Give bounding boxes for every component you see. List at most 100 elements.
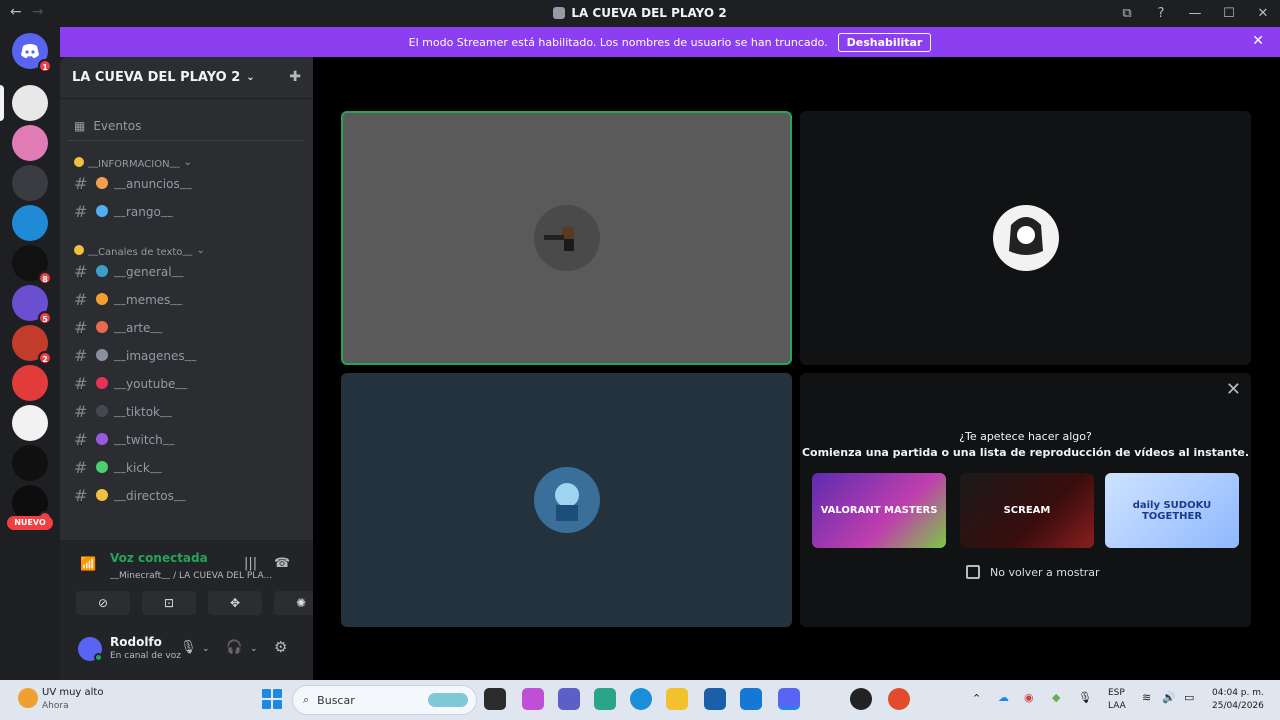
- participant-tile-speaking[interactable]: [341, 111, 792, 365]
- activity-card-valorant[interactable]: VALORANT MASTERS: [812, 473, 946, 548]
- new-badge[interactable]: NUEVO: [7, 516, 53, 530]
- server-header[interactable]: LA CUEVA DEL PLAYO 2 ⌄ ✚: [60, 57, 313, 99]
- channel-item[interactable]: # ﹏directos﹏: [68, 481, 305, 509]
- channel-name: ﹏imagenes﹏: [114, 348, 197, 363]
- headphones-chevron-icon[interactable]: ⌄: [250, 644, 258, 654]
- clock-date[interactable]: 25/04/2026: [1212, 701, 1264, 711]
- edge-icon[interactable]: [630, 688, 652, 710]
- channel-item[interactable]: # ﹏imagenes﹏: [68, 341, 305, 369]
- window-title: LA CUEVA DEL PLAYO 2: [0, 6, 1280, 20]
- banner-text: El modo Streamer está habilitado. Los no…: [408, 35, 828, 49]
- banner-close-icon[interactable]: ✕: [1252, 33, 1264, 49]
- voice-status-title[interactable]: Voz conectada: [110, 551, 208, 565]
- server-icon[interactable]: [12, 85, 48, 121]
- settings-gear-icon[interactable]: ⚙: [274, 638, 287, 656]
- channel-item[interactable]: # ﹏tiktok﹏: [68, 397, 305, 425]
- server-icon[interactable]: [12, 165, 48, 201]
- channel-category[interactable]: ﹏Canales de texto﹏ ⌄: [74, 243, 313, 258]
- tray-mic-icon[interactable]: 🎙: [1078, 691, 1092, 704]
- help-icon[interactable]: ?: [1144, 6, 1178, 21]
- close-promo-icon[interactable]: ✕: [1226, 379, 1241, 400]
- taskbar-search[interactable]: ⌕ Buscar: [292, 685, 477, 715]
- mic-chevron-icon[interactable]: ⌄: [202, 644, 210, 654]
- server-icon[interactable]: [12, 125, 48, 161]
- participant-tile[interactable]: [800, 111, 1251, 365]
- channel-item[interactable]: # ﹏anuncios﹏: [68, 169, 305, 197]
- search-icon: ⌕: [303, 693, 310, 706]
- wifi-icon[interactable]: ≋: [1142, 691, 1151, 704]
- inbox-icon[interactable]: ⧉: [1110, 6, 1144, 21]
- search-highlight-icon: [428, 693, 468, 707]
- screen-share-button[interactable]: ⊡: [142, 591, 196, 615]
- headphones-icon[interactable]: 🎧: [226, 640, 242, 655]
- channel-emoji-icon: [96, 433, 108, 445]
- server-icon[interactable]: [12, 205, 48, 241]
- invite-people-icon[interactable]: ✚: [289, 69, 301, 85]
- channel-name: ﹏memes﹏: [114, 292, 183, 307]
- events-item[interactable]: ▦ Eventos: [68, 111, 305, 141]
- teams-icon[interactable]: [558, 688, 580, 710]
- weather-icon[interactable]: [18, 688, 38, 708]
- hashtag-icon: #: [74, 173, 88, 193]
- signal-icon[interactable]: 📶: [80, 557, 96, 572]
- maximize-button[interactable]: ☐: [1212, 6, 1246, 21]
- clock-time[interactable]: 04:04 p. m.: [1212, 688, 1264, 698]
- participant-avatar: [533, 467, 600, 533]
- events-label: Eventos: [93, 118, 142, 133]
- server-icon[interactable]: [12, 445, 48, 481]
- activity-card-sudoku[interactable]: daily SUDOKU TOGETHER: [1105, 473, 1239, 548]
- show-hidden-icons-icon[interactable]: ⌃: [972, 692, 981, 705]
- activity-card-scream[interactable]: SCREAM: [960, 473, 1094, 548]
- file-explorer-icon[interactable]: [666, 688, 688, 710]
- category-emoji-icon: [74, 245, 84, 255]
- server-icon[interactable]: 8: [12, 245, 52, 285]
- server-icon[interactable]: 5: [12, 285, 52, 325]
- minimize-button[interactable]: —: [1178, 6, 1212, 21]
- start-button[interactable]: [262, 689, 282, 709]
- server-icon[interactable]: [12, 405, 48, 441]
- antivirus-icon[interactable]: ◉: [1024, 691, 1034, 704]
- discord-taskbar-icon[interactable]: [778, 688, 800, 710]
- participant-tile[interactable]: [341, 373, 792, 627]
- server-icon[interactable]: 2: [12, 325, 52, 365]
- disconnect-icon[interactable]: ☎: [274, 556, 290, 571]
- checkbox[interactable]: [966, 565, 980, 579]
- dont-show-again[interactable]: No volver a mostrar: [966, 565, 1100, 579]
- channel-name: ﹏general﹏: [114, 264, 184, 279]
- home-button[interactable]: 1: [12, 33, 52, 73]
- nvidia-icon[interactable]: ◆: [1052, 691, 1060, 704]
- hashtag-icon: #: [74, 401, 88, 421]
- mail-icon[interactable]: [740, 688, 762, 710]
- github-icon[interactable]: [850, 688, 872, 710]
- disable-streamer-button[interactable]: Deshabilitar: [837, 32, 932, 52]
- chrome-icon[interactable]: [888, 688, 910, 710]
- channel-item[interactable]: # ﹏youtube﹏: [68, 369, 305, 397]
- channel-item[interactable]: # ﹏general﹏: [68, 257, 305, 285]
- widgets-icon[interactable]: [594, 688, 616, 710]
- server-icon[interactable]: [12, 365, 48, 401]
- volume-icon[interactable]: 🔊: [1162, 691, 1176, 704]
- keyboard-layout[interactable]: LAA: [1108, 701, 1126, 711]
- channel-name: ﹏directos﹏: [114, 488, 186, 503]
- task-view-icon[interactable]: [484, 688, 506, 710]
- battery-icon[interactable]: ▭: [1184, 691, 1194, 704]
- channel-category[interactable]: ﹏INFORMACION﹏ ⌄: [74, 155, 313, 170]
- camera-off-button[interactable]: ⊘: [76, 591, 130, 615]
- windows-taskbar: UV muy alto Ahora ⌕ Buscar ⌃ ☁ ◉ ◆ 🎙 ESP…: [0, 680, 1280, 720]
- channel-item[interactable]: # ﹏kick﹏: [68, 453, 305, 481]
- channel-item[interactable]: # ﹏rango﹏: [68, 197, 305, 225]
- store-icon[interactable]: [704, 688, 726, 710]
- copilot-icon[interactable]: [522, 688, 544, 710]
- microphone-icon[interactable]: 🎙: [180, 640, 197, 655]
- language-code[interactable]: ESP: [1108, 688, 1125, 698]
- channel-item[interactable]: # ﹏twitch﹏: [68, 425, 305, 453]
- channel-item[interactable]: # ﹏memes﹏: [68, 285, 305, 313]
- channel-item[interactable]: # ﹏arte﹏: [68, 313, 305, 341]
- weather-title[interactable]: UV muy alto: [42, 687, 103, 698]
- onedrive-icon[interactable]: ☁: [998, 691, 1009, 704]
- user-panel: Rodolfo En canal de voz 🎙 ⌄ 🎧 ⌄ ⚙: [60, 620, 313, 680]
- username[interactable]: Rodolfo: [110, 635, 162, 649]
- activities-button[interactable]: ✥: [208, 591, 262, 615]
- close-window-button[interactable]: ✕: [1246, 6, 1280, 21]
- noise-suppression-icon[interactable]: |||: [244, 556, 257, 571]
